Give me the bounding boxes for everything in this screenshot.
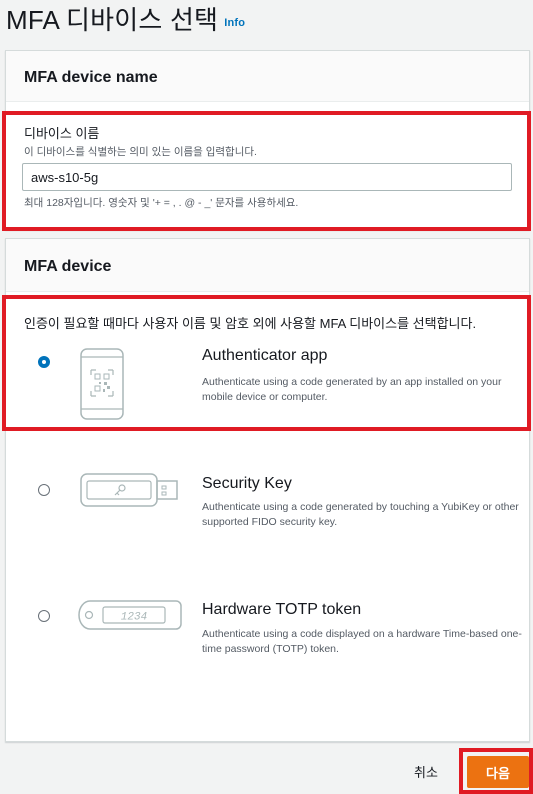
device-panel-title: MFA device <box>24 258 112 275</box>
security-key-radio[interactable] <box>38 484 50 496</box>
option-security-key[interactable]: Security Key Authenticate using a code g… <box>6 467 529 537</box>
option-hardware-totp[interactable]: 1234 Hardware TOTP token Authenticate us… <box>6 593 529 663</box>
authenticator-app-title: Authenticator app <box>202 347 328 364</box>
cancel-button[interactable]: 취소 <box>414 762 438 781</box>
device-name-description: 이 디바이스를 식별하는 의미 있는 이름을 입력합니다. <box>24 146 257 158</box>
device-panel-header: MFA device <box>6 239 529 292</box>
device-name-label: 디바이스 이름 <box>24 126 100 141</box>
device-panel: MFA device 인증이 필요할 때마다 사용자 이름 및 암호 외에 사용… <box>5 238 530 742</box>
hardware-totp-description: Authenticate using a code displayed on a… <box>202 628 522 655</box>
usb-key-icon <box>80 473 178 507</box>
device-instruction: 인증이 필요할 때마다 사용자 이름 및 암호 외에 사용할 MFA 디바이스를… <box>24 316 477 331</box>
hardware-totp-title: Hardware TOTP token <box>202 601 362 618</box>
option-authenticator-app[interactable]: Authenticator app Authenticate using a c… <box>6 339 529 431</box>
totp-token-display: 1234 <box>121 612 147 624</box>
page-title-text: MFA 디바이스 선택 <box>6 5 219 35</box>
authenticator-app-description: Authenticate using a code generated by a… <box>202 376 502 403</box>
totp-token-icon: 1234 <box>78 600 182 630</box>
device-name-input[interactable] <box>22 163 512 191</box>
device-name-panel-title: MFA device name <box>24 69 158 86</box>
device-name-panel: MFA device name 디바이스 이름 이 디바이스를 식별하는 의미 … <box>5 50 530 230</box>
authenticator-app-radio[interactable] <box>38 356 50 368</box>
next-button[interactable]: 다음 <box>467 756 529 788</box>
info-link[interactable]: Info <box>224 17 245 29</box>
phone-qr-icon <box>80 348 124 420</box>
device-name-constraint: 최대 128자입니다. 영숫자 및 '+ = , . @ - _' 문자를 사용… <box>24 197 299 209</box>
security-key-title: Security Key <box>202 475 292 492</box>
hardware-totp-radio[interactable] <box>38 610 50 622</box>
page-title: MFA 디바이스 선택 Info <box>6 0 245 37</box>
device-name-panel-header: MFA device name <box>6 51 529 102</box>
security-key-description: Authenticate using a code generated by t… <box>202 501 519 528</box>
